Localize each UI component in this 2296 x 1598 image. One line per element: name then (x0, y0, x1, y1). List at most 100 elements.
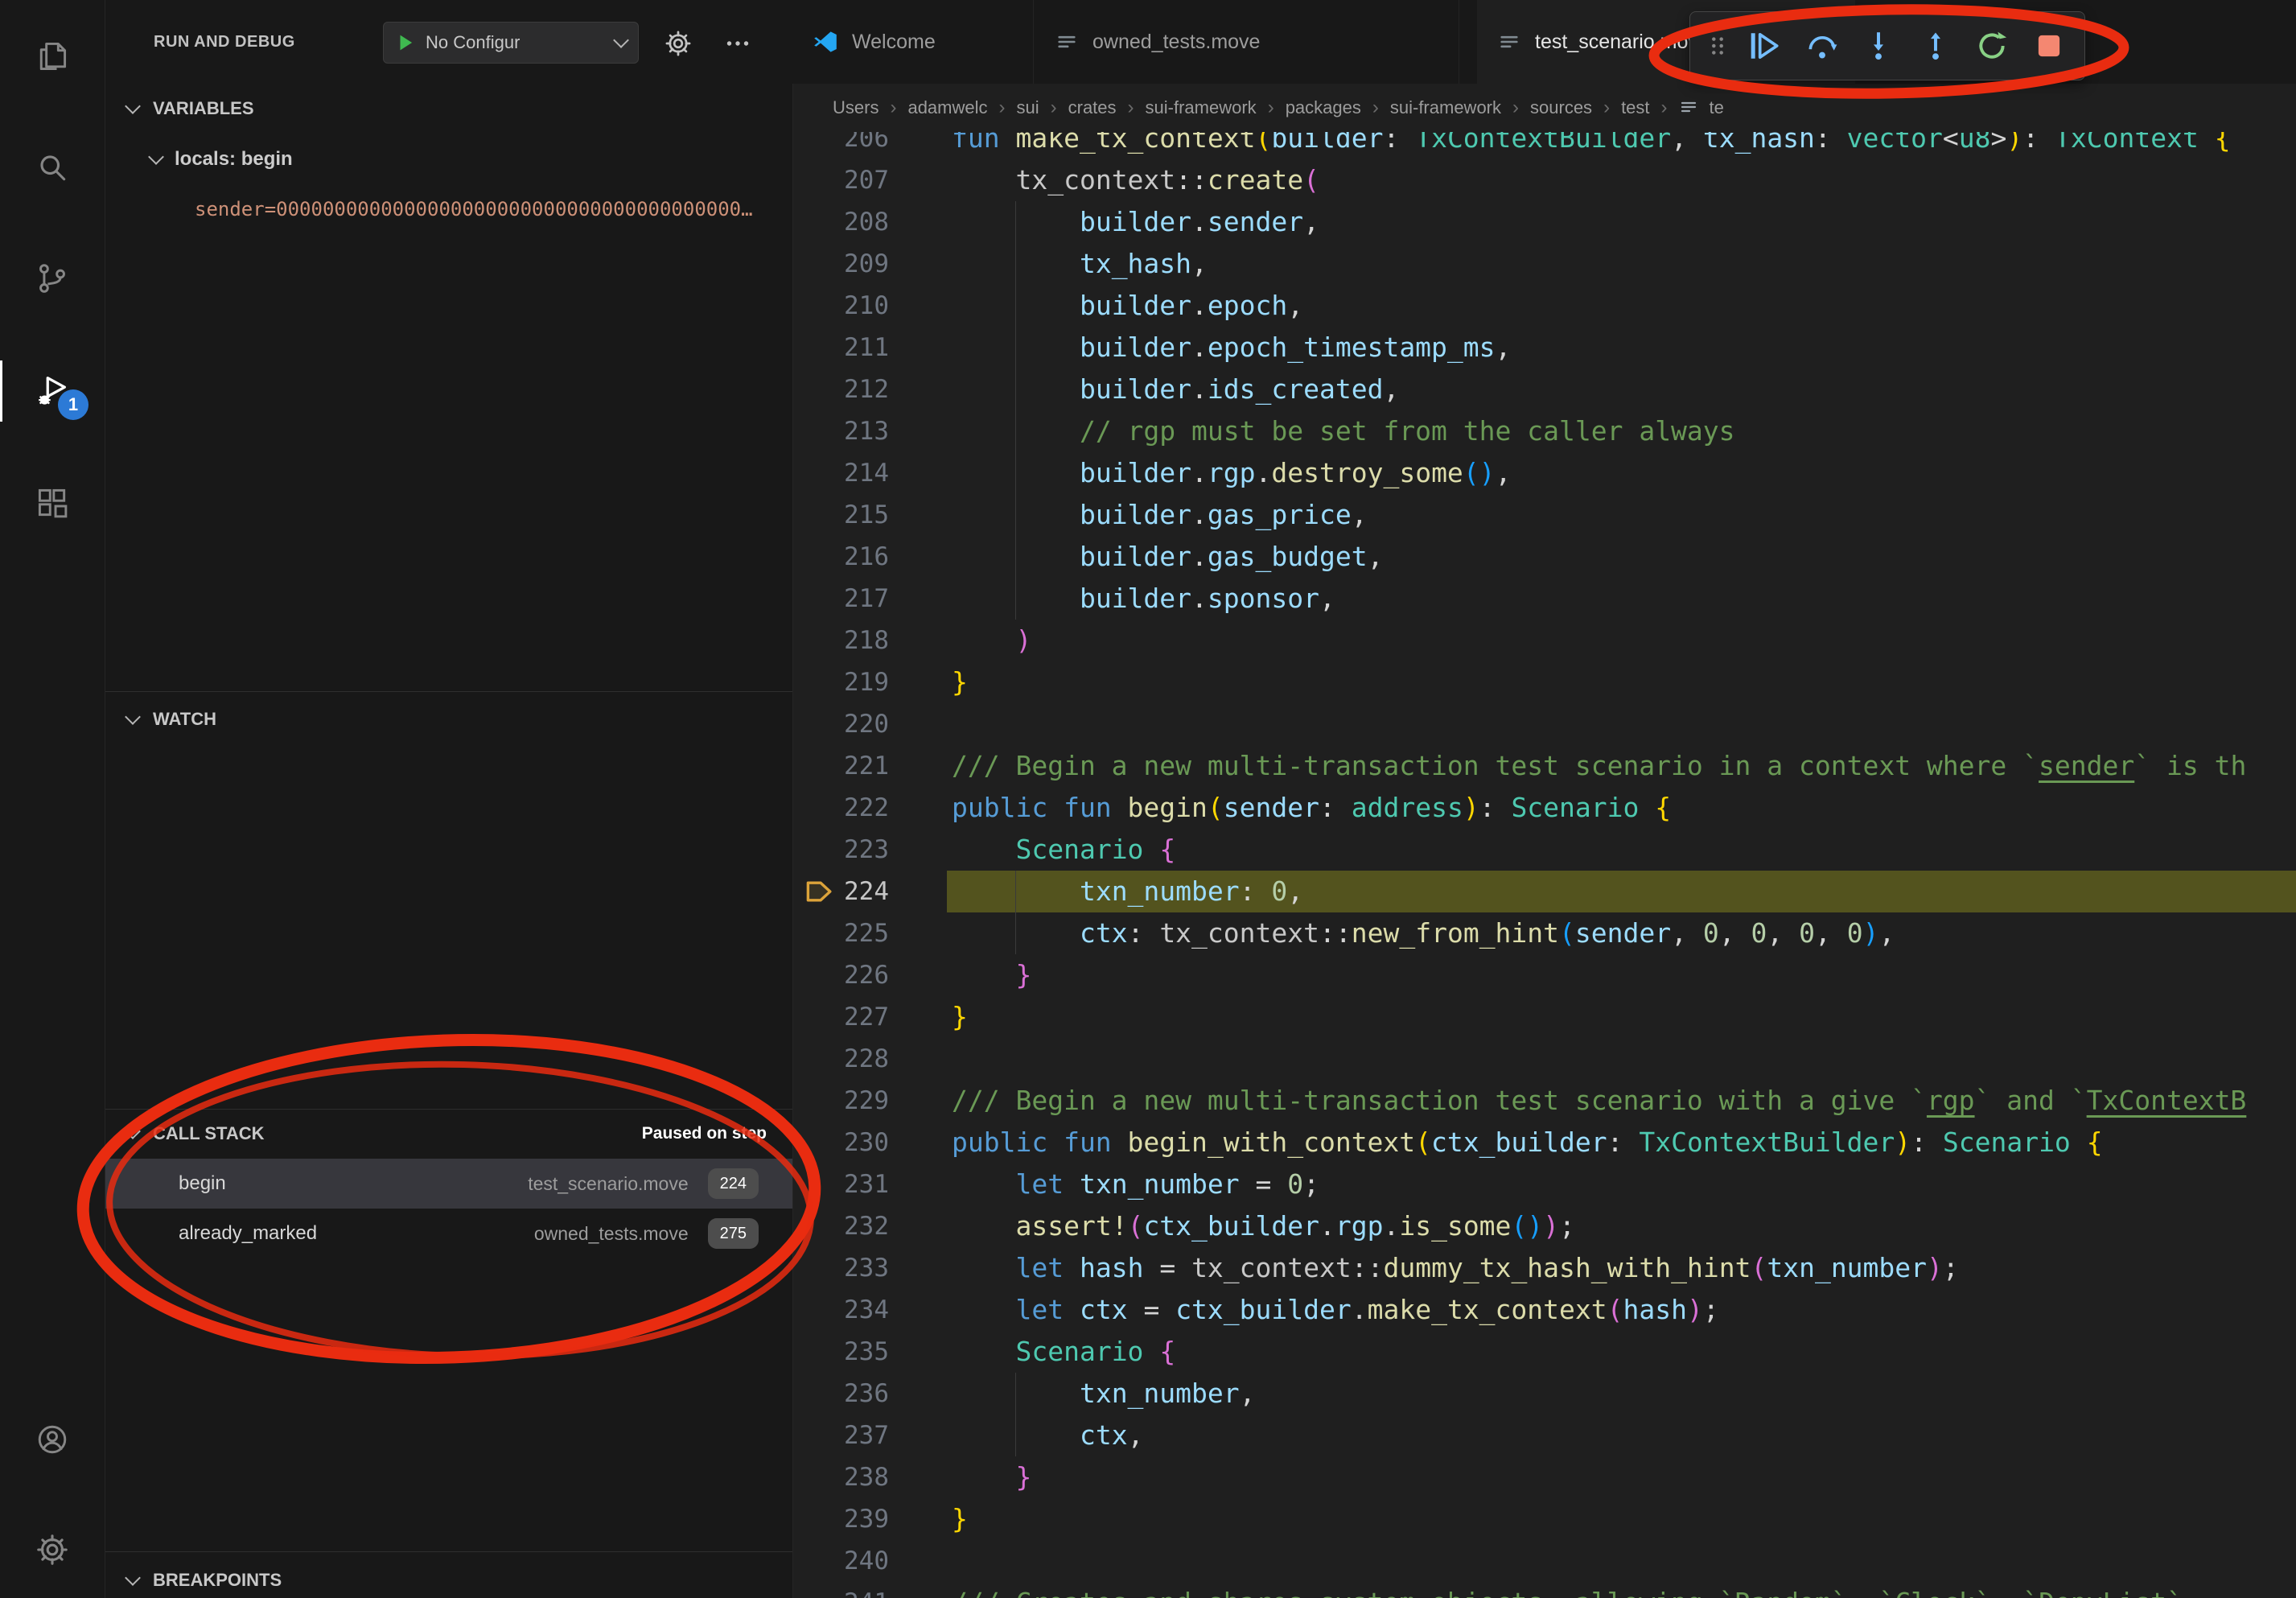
breadcrumb-item[interactable]: adamwelc (907, 97, 987, 118)
code-line[interactable]: 231 let txn_number = 0; (792, 1163, 2296, 1205)
code-line[interactable]: 216 builder.gas_budget, (792, 536, 2296, 578)
line-number[interactable]: 235 (792, 1331, 889, 1373)
watch-section-header[interactable]: WATCH (105, 695, 792, 743)
tab-owned-tests[interactable]: owned_tests.move (1035, 0, 1459, 84)
line-number[interactable]: 209 (792, 243, 889, 285)
line-number[interactable]: 208 (792, 201, 889, 243)
code-line[interactable]: 227} (792, 996, 2296, 1038)
line-number[interactable]: 237 (792, 1415, 889, 1456)
breadcrumb-item[interactable]: sui (1017, 97, 1039, 118)
code-line[interactable]: 236 txn_number, (792, 1373, 2296, 1415)
line-number[interactable]: 211 (792, 327, 889, 369)
code-area[interactable]: 206fun make_tx_context(builder: TxContex… (792, 0, 2296, 1598)
code-line[interactable]: 240 (792, 1540, 2296, 1582)
sidebar-item-explorer[interactable] (0, 18, 105, 95)
variables-scope-row[interactable]: locals: begin (105, 135, 792, 183)
tab-welcome[interactable]: Welcome (792, 0, 1034, 84)
line-number[interactable]: 219 (792, 661, 889, 703)
stop-button[interactable] (2023, 19, 2076, 72)
code-line[interactable]: 221/// Begin a new multi-transaction tes… (792, 745, 2296, 787)
line-number[interactable]: 230 (792, 1122, 889, 1163)
line-number[interactable]: 218 (792, 620, 889, 661)
line-number[interactable]: 227 (792, 996, 889, 1038)
line-number[interactable]: 212 (792, 369, 889, 410)
code-line[interactable]: 225 ctx: tx_context::new_from_hint(sende… (792, 912, 2296, 954)
breadcrumb-item[interactable]: packages (1286, 97, 1361, 118)
code-line[interactable]: 237 ctx, (792, 1415, 2296, 1456)
code-line[interactable]: 234 let ctx = ctx_builder.make_tx_contex… (792, 1289, 2296, 1331)
code-line[interactable]: 223 Scenario { (792, 829, 2296, 871)
line-number[interactable]: 234 (792, 1289, 889, 1331)
variable-row[interactable]: sender = 0000000000000000000000000000000… (105, 187, 792, 232)
restart-button[interactable] (1966, 19, 2018, 72)
code-line[interactable]: 228 (792, 1038, 2296, 1080)
code-line[interactable]: 212 builder.ids_created, (792, 369, 2296, 410)
line-number[interactable]: 224 (792, 871, 889, 912)
toolbar-drag-grip[interactable] (1700, 19, 1734, 72)
line-number[interactable]: 215 (792, 494, 889, 536)
code-line[interactable]: 238 } (792, 1456, 2296, 1498)
line-number[interactable]: 231 (792, 1163, 889, 1205)
line-number[interactable]: 216 (792, 536, 889, 578)
line-number[interactable]: 223 (792, 829, 889, 871)
step-into-button[interactable] (1853, 19, 1905, 72)
sidebar-item-search[interactable] (0, 129, 105, 206)
code-line[interactable]: 235 Scenario { (792, 1331, 2296, 1373)
code-line[interactable]: 239} (792, 1498, 2296, 1540)
sidebar-item-source-control[interactable] (0, 240, 105, 317)
variables-section-header[interactable]: VARIABLES (105, 84, 792, 133)
line-number[interactable]: 238 (792, 1456, 889, 1498)
code-line[interactable]: 218 ) (792, 620, 2296, 661)
stack-frame-begin[interactable]: begin test_scenario.move 224 (105, 1159, 792, 1209)
debug-config-dropdown[interactable]: No Configur (383, 22, 639, 64)
line-number[interactable]: 239 (792, 1498, 889, 1540)
code-line[interactable]: 210 builder.epoch, (792, 285, 2296, 327)
code-line[interactable]: 207 tx_context::create( (792, 159, 2296, 201)
line-number[interactable]: 221 (792, 745, 889, 787)
code-line[interactable]: 214 builder.rgp.destroy_some(), (792, 452, 2296, 494)
code-line[interactable]: 233 let hash = tx_context::dummy_tx_hash… (792, 1247, 2296, 1289)
code-line[interactable]: 224 txn_number: 0, (792, 871, 2296, 912)
line-number[interactable]: 233 (792, 1247, 889, 1289)
line-number[interactable]: 226 (792, 954, 889, 996)
code-line[interactable]: 220 (792, 703, 2296, 745)
breakpoints-section-header[interactable]: BREAKPOINTS (105, 1556, 792, 1598)
code-line[interactable]: 208 builder.sender, (792, 201, 2296, 243)
line-number[interactable]: 228 (792, 1038, 889, 1080)
more-actions-button[interactable] (720, 26, 755, 61)
line-number[interactable]: 214 (792, 452, 889, 494)
call-stack-section-header[interactable]: CALL STACK Paused on step (105, 1110, 792, 1158)
code-line[interactable]: 213 // rgp must be set from the caller a… (792, 410, 2296, 452)
code-line[interactable]: 230public fun begin_with_context(ctx_bui… (792, 1122, 2296, 1163)
line-number[interactable]: 241 (792, 1582, 889, 1598)
breadcrumb-item[interactable]: test (1621, 97, 1649, 118)
breadcrumb-item[interactable]: sources (1530, 97, 1592, 118)
code-line[interactable]: 232 assert!(ctx_builder.rgp.is_some()); (792, 1205, 2296, 1247)
line-number[interactable]: 240 (792, 1540, 889, 1582)
debug-settings-button[interactable] (660, 26, 696, 61)
line-number[interactable]: 229 (792, 1080, 889, 1122)
line-number[interactable]: 225 (792, 912, 889, 954)
code-line[interactable]: 241/// Creates and shares system objects… (792, 1582, 2296, 1598)
line-number[interactable]: 207 (792, 159, 889, 201)
account-button[interactable] (0, 1401, 105, 1478)
sidebar-item-extensions[interactable] (0, 464, 105, 542)
code-line[interactable]: 217 builder.sponsor, (792, 578, 2296, 620)
continue-button[interactable] (1739, 19, 1792, 72)
code-line[interactable]: 222public fun begin(sender: address): Sc… (792, 787, 2296, 829)
line-number[interactable]: 210 (792, 285, 889, 327)
breadcrumb-symbol[interactable]: te (1710, 97, 1724, 118)
step-out-button[interactable] (1910, 19, 1962, 72)
line-number[interactable]: 236 (792, 1373, 889, 1415)
code-line[interactable]: 229/// Begin a new multi-transaction tes… (792, 1080, 2296, 1122)
code-line[interactable]: 211 builder.epoch_timestamp_ms, (792, 327, 2296, 369)
breadcrumb-item[interactable]: sui-framework (1146, 97, 1257, 118)
stack-frame-already-marked[interactable]: already_marked owned_tests.move 275 (105, 1209, 792, 1258)
breadcrumb-item[interactable]: crates (1068, 97, 1117, 118)
line-number[interactable]: 220 (792, 703, 889, 745)
code-line[interactable]: 209 tx_hash, (792, 243, 2296, 285)
step-over-button[interactable] (1796, 19, 1849, 72)
code-line[interactable]: 226 } (792, 954, 2296, 996)
code-line[interactable]: 215 builder.gas_price, (792, 494, 2296, 536)
settings-button[interactable] (0, 1511, 105, 1588)
